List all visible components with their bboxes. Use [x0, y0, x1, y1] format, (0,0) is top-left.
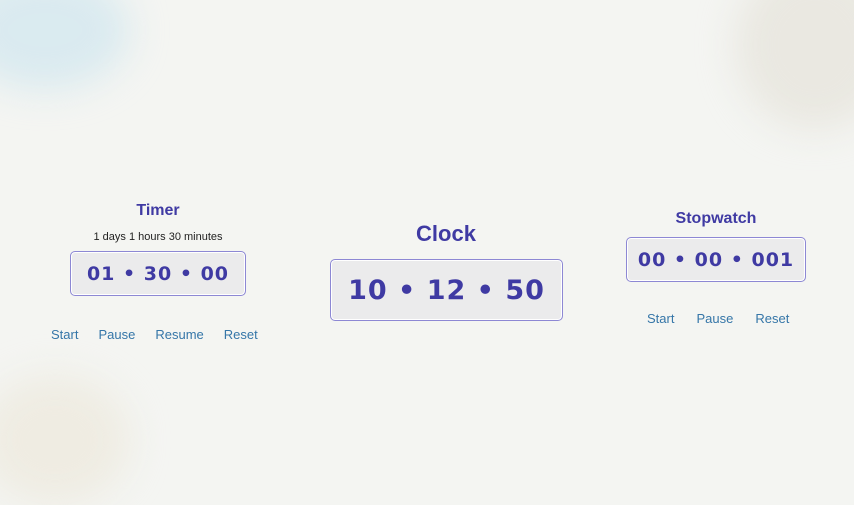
stopwatch-title: Stopwatch — [675, 210, 757, 227]
stopwatch-pause-button[interactable]: Pause — [696, 311, 733, 326]
timer-title: Timer — [136, 202, 180, 219]
timer-resume-button[interactable]: Resume — [155, 327, 203, 342]
timer-display: 01 • 30 • 00 — [70, 251, 246, 296]
timer-pause-button[interactable]: Pause — [98, 327, 135, 342]
background-decoration-top-left — [0, 0, 130, 90]
timer-reset-button[interactable]: Reset — [224, 327, 258, 342]
timer-start-button[interactable]: Start — [51, 327, 78, 342]
background-decoration-top-right — [735, 0, 854, 130]
clock-display: 10 • 12 • 50 — [330, 259, 563, 321]
stopwatch-reset-button[interactable]: Reset — [755, 311, 789, 326]
stopwatch-controls: Start Pause Reset — [647, 311, 789, 326]
stopwatch-start-button[interactable]: Start — [647, 311, 674, 326]
timer-controls: Start Pause Resume Reset — [51, 327, 258, 342]
timer-remaining-text: 1 days 1 hours 30 minutes — [93, 231, 223, 243]
background-decoration-bottom-left — [0, 375, 130, 505]
clock-title: Clock — [416, 221, 476, 246]
stopwatch-display: 00 • 00 • 001 — [626, 237, 806, 282]
